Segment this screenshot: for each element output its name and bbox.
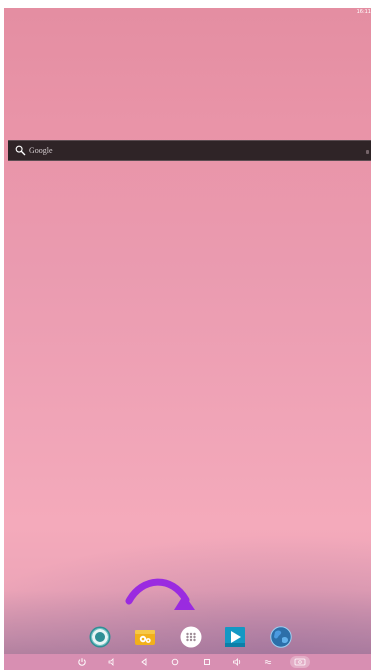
back-icon[interactable] (139, 657, 149, 667)
google-search-widget[interactable]: Google (8, 140, 371, 161)
status-bar: 16:11 (4, 8, 371, 16)
mic-icon (366, 150, 369, 154)
home-screen: 16:11 Google (4, 8, 371, 670)
files-icon[interactable] (133, 625, 157, 649)
dock (4, 624, 371, 654)
home-icon[interactable] (170, 657, 180, 667)
play-icon[interactable] (223, 625, 247, 649)
power-icon[interactable] (77, 657, 87, 667)
settings-icon[interactable] (88, 625, 112, 649)
app-drawer-icon[interactable] (179, 625, 203, 649)
navigation-bar (4, 654, 371, 670)
volume-down-icon[interactable] (107, 657, 117, 667)
search-icon (15, 145, 26, 156)
menu-icon[interactable] (263, 657, 273, 667)
search-label: Google (29, 146, 53, 155)
status-time: 16:11 (356, 9, 371, 15)
screenshot-icon[interactable] (290, 656, 310, 668)
browser-icon[interactable] (269, 625, 293, 649)
volume-up-icon[interactable] (232, 657, 242, 667)
recent-apps-icon[interactable] (202, 657, 212, 667)
